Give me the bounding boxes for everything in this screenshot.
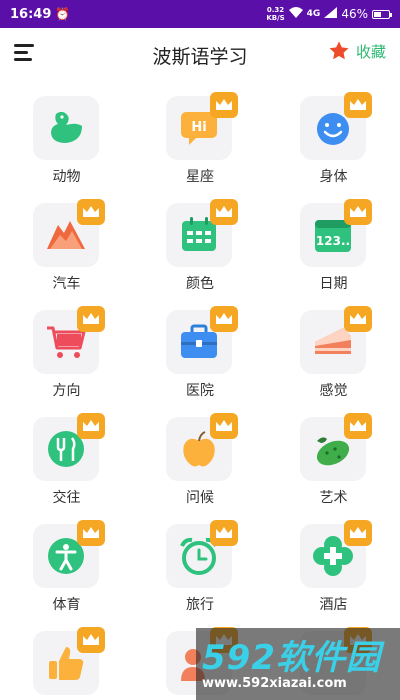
crown-icon <box>77 520 105 546</box>
status-time: 16:49 <box>10 6 52 22</box>
category-item-constellation[interactable]: Hi 星座 <box>133 88 267 191</box>
category-tile: 123.. <box>300 199 372 267</box>
category-tile <box>300 92 372 160</box>
network-speed-unit: KB/S <box>266 14 285 22</box>
category-tile <box>166 413 238 481</box>
category-item-feeling[interactable]: 感觉 <box>267 302 400 405</box>
svg-text:123..: 123.. <box>316 234 350 248</box>
category-label: 颜色 <box>186 276 214 292</box>
category-tile <box>33 520 105 588</box>
crown-icon <box>344 306 372 332</box>
category-tile <box>33 199 105 267</box>
status-right: 0.32 KB/S 4G 46% <box>266 6 392 22</box>
crown-icon <box>210 199 238 225</box>
status-bar: 16:49 ⏰ 0.32 KB/S 4G 46% <box>0 0 400 28</box>
category-label: 体育 <box>52 597 81 613</box>
app-header: 波斯语学习 收藏 <box>0 28 400 80</box>
network-speed: 0.32 KB/S <box>266 6 284 22</box>
crown-icon <box>210 413 238 439</box>
star-icon <box>329 41 349 60</box>
category-label: 旅行 <box>186 597 214 613</box>
battery-icon <box>372 9 392 19</box>
category-item-travel[interactable]: 旅行 <box>133 516 267 619</box>
crown-icon <box>77 627 105 653</box>
svg-text:Hi: Hi <box>191 120 206 135</box>
category-tile <box>300 306 372 374</box>
network-type: 4G <box>306 9 321 19</box>
crown-icon <box>344 520 372 546</box>
category-tile <box>33 306 105 374</box>
favorites-button[interactable]: 收藏 <box>328 40 386 62</box>
signal-icon <box>324 7 338 21</box>
category-label: 交往 <box>52 490 81 506</box>
category-label: 动物 <box>52 169 81 185</box>
category-tile <box>166 520 238 588</box>
category-tile <box>166 306 238 374</box>
category-tile <box>300 413 372 481</box>
crown-icon <box>77 199 105 225</box>
category-label: 艺术 <box>319 490 348 506</box>
wifi-icon <box>288 7 303 21</box>
category-item-thumbs-up[interactable] <box>0 623 133 700</box>
duck-icon <box>51 111 82 143</box>
category-item-art[interactable]: 艺术 <box>267 409 400 512</box>
category-label: 方向 <box>52 383 81 399</box>
favorites-label: 收藏 <box>355 42 386 61</box>
category-label: 问候 <box>186 490 214 506</box>
watermark-logo: 592软件园 <box>202 638 381 678</box>
category-label: 医院 <box>186 383 214 399</box>
category-label: 身体 <box>319 169 348 185</box>
alarm-icon: ⏰ <box>55 7 71 21</box>
crown-icon <box>77 413 105 439</box>
crown-icon <box>210 306 238 332</box>
crown-icon <box>344 92 372 118</box>
network-speed-value: 0.32 <box>266 6 285 14</box>
category-tile <box>300 520 372 588</box>
watermark-overlay: 592软件园 www.592xiazai.com <box>196 628 400 700</box>
category-tile <box>166 199 238 267</box>
category-item-sports[interactable]: 体育 <box>0 516 133 619</box>
category-label: 汽车 <box>52 276 81 292</box>
category-label: 酒店 <box>319 597 348 613</box>
category-tile <box>33 96 99 160</box>
crown-icon <box>210 92 238 118</box>
category-grid: 动物 Hi 星座 身体 汽车 颜色 123.. 日期 方向 医院 感觉 交往 问… <box>0 88 400 700</box>
category-tile <box>33 627 105 695</box>
category-item-color[interactable]: 颜色 <box>133 195 267 298</box>
crown-icon <box>344 199 372 225</box>
category-label: 感觉 <box>319 383 348 399</box>
watermark-url: www.592xiazai.com <box>202 676 347 691</box>
category-item-body[interactable]: 身体 <box>267 88 400 191</box>
category-tile: Hi <box>166 92 238 160</box>
category-item-date[interactable]: 123.. 日期 <box>267 195 400 298</box>
category-label: 星座 <box>186 169 214 185</box>
category-item-animals[interactable]: 动物 <box>0 88 133 191</box>
category-item-social[interactable]: 交往 <box>0 409 133 512</box>
category-item-hotel[interactable]: 酒店 <box>267 516 400 619</box>
category-label: 日期 <box>319 276 348 292</box>
category-item-hospital[interactable]: 医院 <box>133 302 267 405</box>
crown-icon <box>77 306 105 332</box>
crown-icon <box>210 520 238 546</box>
category-tile <box>33 413 105 481</box>
category-item-car[interactable]: 汽车 <box>0 195 133 298</box>
category-item-direction[interactable]: 方向 <box>0 302 133 405</box>
battery-percent: 46% <box>341 7 368 21</box>
crown-icon <box>344 413 372 439</box>
category-item-greeting[interactable]: 问候 <box>133 409 267 512</box>
